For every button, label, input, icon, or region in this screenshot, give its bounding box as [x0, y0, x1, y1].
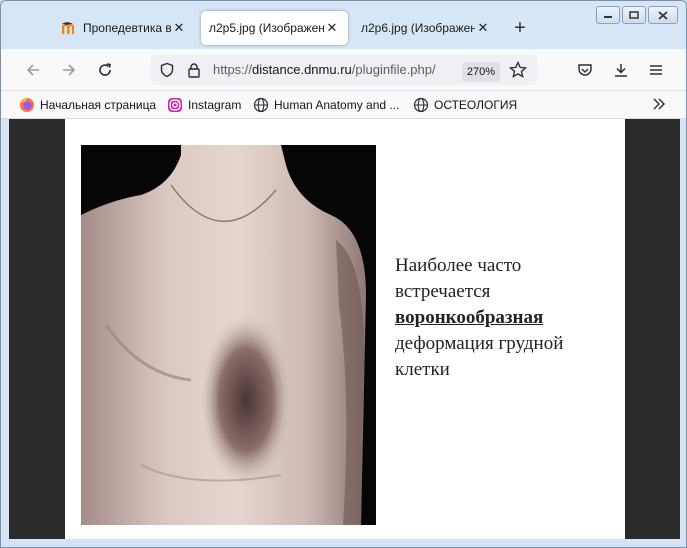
forward-button[interactable] [57, 58, 81, 82]
lock-icon[interactable] [187, 62, 201, 83]
tab-title: л2р5.jpg (Изображение [209, 21, 324, 35]
tab-title: Пропедевтика внутренних болезней [83, 21, 171, 35]
caption-line: деформация грудной [395, 333, 564, 354]
reload-button[interactable] [93, 58, 117, 82]
tab-propedevtika[interactable]: Пропедевтика внутренних болезней ✕ [53, 11, 195, 45]
menu-icon[interactable] [644, 58, 668, 82]
window-controls [596, 6, 678, 24]
bookmarks-bar: Начальная страница Instagram Human Anato… [1, 91, 686, 119]
new-tab-button[interactable]: + [509, 15, 531, 41]
close-icon[interactable]: ✕ [475, 20, 491, 36]
globe-icon [413, 97, 429, 113]
caption-line: клетки [395, 359, 450, 380]
back-button[interactable] [21, 58, 45, 82]
url-text[interactable]: https://distance.dnmu.ru/pluginfile.php/ [213, 62, 453, 77]
browser-window: Пропедевтика внутренних болезней ✕ л2р5.… [0, 0, 687, 548]
slide-caption: Наиболее часто встречается воронкообразн… [395, 253, 615, 383]
close-window-button[interactable] [648, 6, 678, 24]
caption-emphasis: воронкообразная [395, 307, 544, 328]
close-icon[interactable]: ✕ [324, 20, 340, 36]
bookmark-home[interactable]: Начальная страница [19, 97, 156, 113]
tab-l2p5[interactable]: л2р5.jpg (Изображение ✕ [201, 11, 348, 45]
instagram-icon [167, 97, 183, 113]
tab-strip: Пропедевтика внутренних болезней ✕ л2р5.… [1, 1, 686, 49]
tab-title: л2р6.jpg (Изображение [361, 21, 475, 35]
moodle-icon [61, 20, 77, 36]
minimize-button[interactable] [596, 6, 620, 24]
zoom-indicator[interactable]: 270% [462, 62, 500, 82]
close-icon[interactable]: ✕ [171, 20, 187, 36]
caption-line: Наиболее часто [395, 255, 522, 276]
maximize-button[interactable] [622, 6, 646, 24]
slide-image[interactable]: Наиболее часто встречается воронкообразн… [65, 119, 625, 539]
downloads-icon[interactable] [609, 58, 633, 82]
url-path: /pluginfile.php/ [351, 62, 436, 77]
bookmark-label: Instagram [188, 98, 242, 112]
url-scheme: https:// [213, 62, 253, 77]
firefox-icon [19, 97, 35, 113]
shield-icon[interactable] [159, 62, 175, 83]
chest-photo [81, 145, 376, 525]
caption-line: встречается [395, 281, 491, 302]
bookmark-label: Начальная страница [40, 98, 157, 112]
more-bookmarks-chevron-icon[interactable] [651, 96, 667, 112]
pocket-icon[interactable] [573, 58, 597, 82]
bookmark-instagram[interactable]: Instagram [167, 97, 241, 113]
bookmark-label: ОСТЕОЛОГИЯ [434, 98, 518, 112]
bookmark-label: Human Anatomy and ... [274, 98, 400, 112]
image-viewer: Наиболее часто встречается воронкообразн… [9, 119, 680, 539]
url-host: distance.dnmu.ru [252, 62, 352, 77]
bookmark-star-icon[interactable] [508, 60, 528, 84]
bookmark-human-anatomy[interactable]: Human Anatomy and ... [253, 97, 399, 113]
globe-icon [253, 97, 269, 113]
tab-l2p6[interactable]: л2р6.jpg (Изображение ✕ [353, 11, 499, 45]
bookmark-osteologia[interactable]: ОСТЕОЛОГИЯ [413, 97, 517, 113]
navigation-toolbar: https://distance.dnmu.ru/pluginfile.php/ [1, 49, 686, 91]
